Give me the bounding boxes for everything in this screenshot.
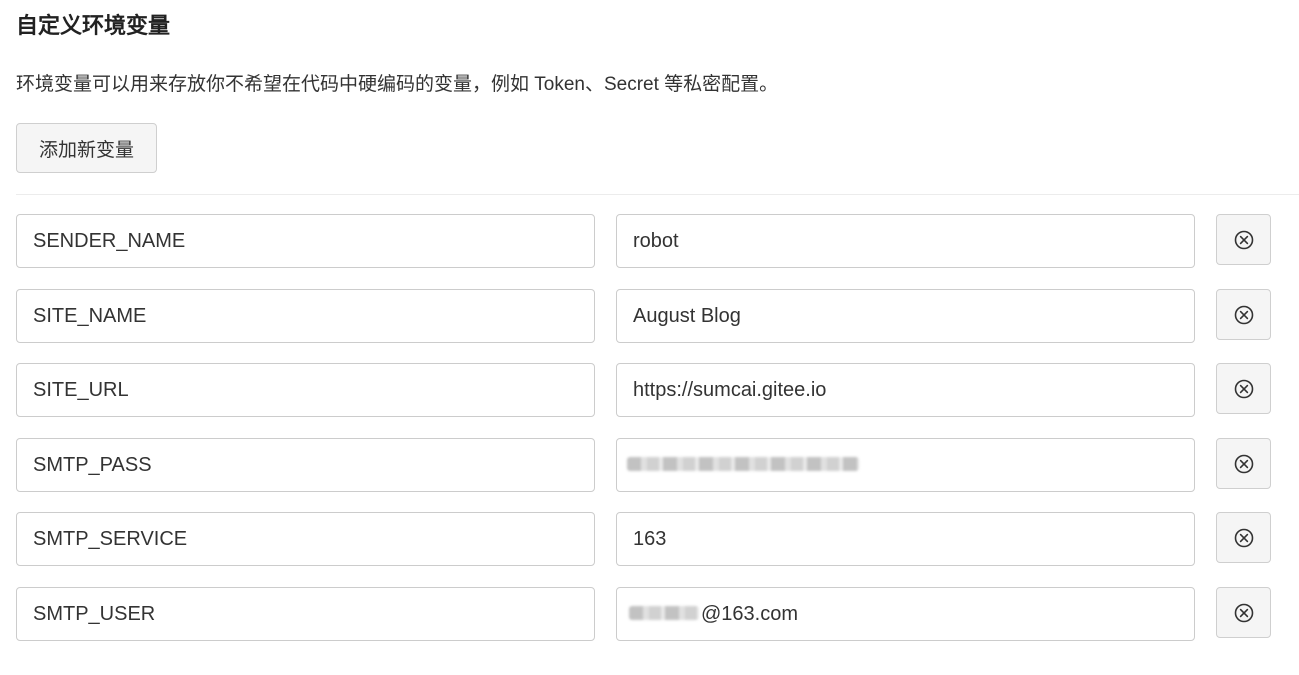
redacted-value — [629, 606, 699, 620]
delete-variable-button[interactable] — [1216, 214, 1271, 265]
close-circle-icon — [1234, 230, 1253, 249]
variable-value-suffix: @163.com — [701, 603, 799, 625]
close-circle-icon — [1234, 454, 1253, 473]
delete-variable-button[interactable] — [1216, 363, 1271, 414]
variable-name-input[interactable] — [16, 214, 595, 268]
variable-value-input[interactable] — [616, 289, 1195, 343]
variable-row — [16, 214, 1272, 268]
variable-row: @163.com — [16, 587, 1272, 641]
variable-name-input[interactable] — [16, 587, 595, 641]
variable-name-input[interactable] — [16, 512, 595, 566]
variable-row — [16, 438, 1272, 492]
close-circle-icon — [1234, 305, 1253, 324]
variable-name-input[interactable] — [16, 289, 595, 343]
variable-name-input[interactable] — [16, 363, 595, 417]
delete-variable-button[interactable] — [1216, 587, 1271, 638]
variable-row — [16, 512, 1272, 566]
variable-row — [16, 289, 1272, 343]
delete-variable-button[interactable] — [1216, 438, 1271, 489]
variable-row — [16, 363, 1272, 417]
variable-name-input[interactable] — [16, 438, 595, 492]
variable-value-input[interactable] — [616, 363, 1195, 417]
delete-variable-button[interactable] — [1216, 289, 1271, 340]
page-title: 自定义环境变量 — [16, 13, 171, 38]
variable-value-input-masked[interactable]: @163.com — [616, 587, 1195, 641]
page-description: 环境变量可以用来存放你不希望在代码中硬编码的变量，例如 Token、Secret… — [16, 74, 779, 95]
variable-value-input[interactable] — [616, 214, 1195, 268]
add-variable-button[interactable]: 添加新变量 — [16, 123, 157, 173]
close-circle-icon — [1234, 603, 1253, 622]
close-circle-icon — [1234, 528, 1253, 547]
redacted-value — [627, 457, 859, 471]
variable-value-input-masked[interactable] — [616, 438, 1195, 492]
variable-value-input[interactable] — [616, 512, 1195, 566]
close-circle-icon — [1234, 379, 1253, 398]
divider — [16, 194, 1299, 195]
delete-variable-button[interactable] — [1216, 512, 1271, 563]
